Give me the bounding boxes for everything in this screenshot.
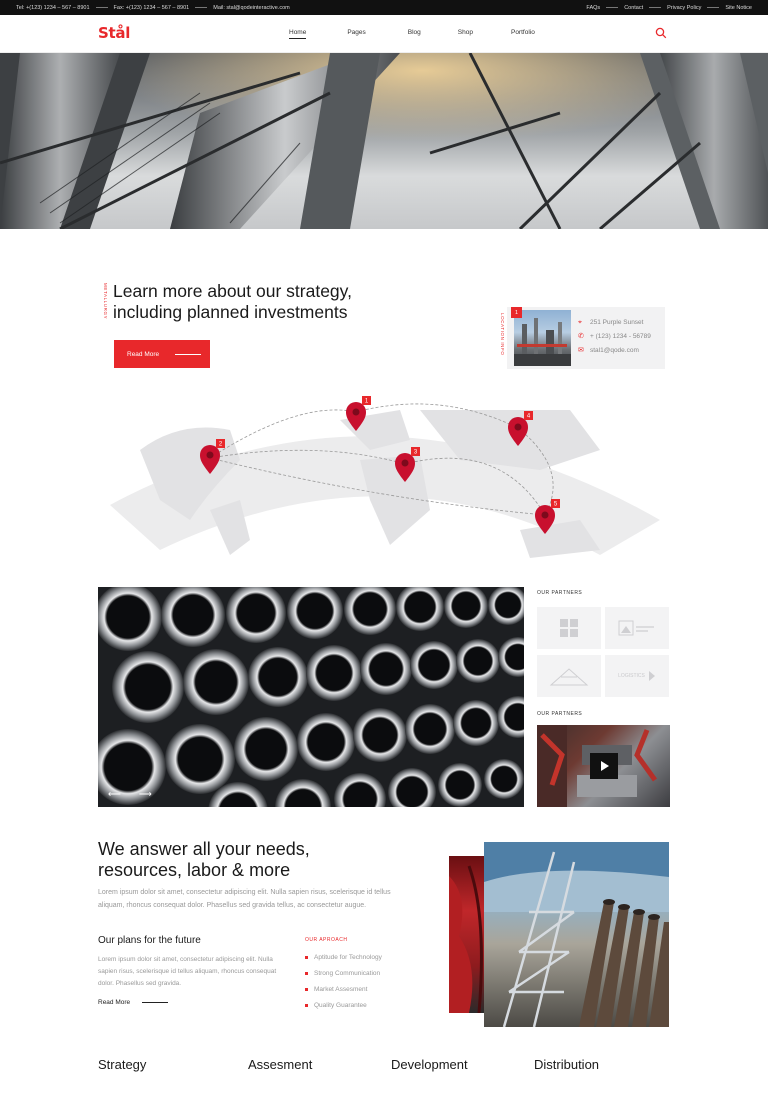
divider — [707, 7, 720, 8]
address-text: 251 Purple Sunset — [590, 319, 644, 326]
service-development[interactable]: Development — [391, 1057, 468, 1072]
location-vertical-label: LOCATION INFO — [500, 313, 505, 356]
nav-home[interactable]: Home — [289, 29, 307, 39]
partner-logo-3[interactable] — [537, 655, 601, 697]
top-links: FAQs Contact Privacy Policy Site Notice — [586, 5, 752, 11]
phone-text: Tel: +(123) 1234 – 567 – 8901 — [16, 4, 90, 11]
bullet-icon — [305, 956, 308, 959]
phone-icon: ✆ — [578, 333, 584, 340]
partner-logo-2[interactable] — [605, 607, 669, 649]
service-distribution[interactable]: Distribution — [534, 1057, 599, 1072]
strategy-title-line: including planned investments — [113, 302, 348, 322]
approach-item-label: Quality Guarantee — [314, 1002, 367, 1009]
bullet-icon — [305, 1004, 308, 1007]
arrow-line — [142, 1002, 169, 1003]
mail-link[interactable]: Mail: stal@qodeinteractive.com — [213, 5, 290, 11]
main-nav: Home Pages Blog Shop Portfolio — [289, 29, 535, 39]
approach-item-label: Market Assesment — [314, 986, 368, 993]
privacy-policy-link[interactable]: Privacy Policy — [667, 5, 701, 11]
partner-logo-1[interactable] — [537, 607, 601, 649]
partner-logo-4[interactable]: LOGISTICS — [605, 655, 669, 697]
site-logo[interactable]: Stål — [98, 24, 130, 42]
needs-title: We answer all your needs, resources, lab… — [98, 839, 418, 881]
plans-title: Our plans for the future — [98, 935, 201, 946]
read-more-label: Read More — [98, 999, 131, 1006]
location-badge: 1 — [511, 307, 522, 318]
address-row: ⌖ 251 Purple Sunset — [578, 319, 643, 326]
plans-read-more-link[interactable]: Read More — [98, 999, 169, 1006]
email-row: ✉ stal1@qode.com — [578, 347, 639, 354]
phone-row: ✆ + (123) 1234 - 56789 — [578, 333, 651, 340]
industrial-pipes-photo — [0, 53, 768, 229]
needs-title-line: We answer all your needs, — [98, 839, 310, 859]
hero-image — [0, 53, 768, 229]
arrow-line — [175, 353, 202, 355]
nav-pages[interactable]: Pages — [347, 29, 365, 36]
worker-photo — [449, 856, 487, 1013]
world-map: 2 1 3 4 5 — [110, 396, 660, 558]
section-vertical-label: METALLURGY — [103, 283, 108, 320]
prev-arrow-icon[interactable]: ⟵ — [108, 789, 121, 800]
mail-icon: ✉ — [578, 347, 584, 354]
approach-item: Strong Communication — [305, 970, 380, 977]
contact-info: Tel: +(123) 1234 – 567 – 8901 Fax: +(123… — [16, 5, 290, 11]
strategy-title-line: Learn more about our strategy, — [113, 281, 352, 301]
bullet-icon — [305, 988, 308, 991]
refinery-photo — [514, 318, 571, 366]
email-text[interactable]: stal1@qode.com — [590, 347, 639, 354]
service-assesment[interactable]: Assesment — [248, 1057, 312, 1072]
site-notice-link[interactable]: Site Notice — [725, 5, 752, 11]
video-thumbnail[interactable] — [537, 725, 670, 807]
divider — [195, 7, 208, 8]
service-strategy[interactable]: Strategy — [98, 1057, 146, 1072]
chevron-right-icon — [648, 671, 655, 681]
oil-rig-photo — [484, 842, 669, 1027]
needs-paragraph: Lorem ipsum dolor sit amet, consectetur … — [98, 889, 391, 909]
steel-pipes-photo — [98, 587, 524, 807]
partners-label: OUR PARTNERS — [537, 590, 583, 596]
contact-link[interactable]: Contact — [624, 5, 643, 11]
bullet-icon — [305, 972, 308, 975]
approach-item: Aptitude for Technology — [305, 954, 382, 961]
approach-item-label: Aptitude for Technology — [314, 954, 382, 961]
divider — [95, 7, 108, 8]
search-icon[interactable] — [655, 27, 667, 39]
plans-paragraph: Lorem ipsum dolor sit amet, consectetur … — [98, 956, 277, 987]
read-more-label: Read More — [127, 350, 160, 358]
top-bar: Tel: +(123) 1234 – 567 – 8901 Fax: +(123… — [0, 0, 768, 15]
faqs-link[interactable]: FAQs — [586, 5, 600, 11]
play-icon[interactable] — [590, 753, 618, 779]
partner-mountain-icon — [618, 620, 654, 636]
partner-grid-icon — [560, 619, 578, 637]
partner-building-icon — [549, 668, 589, 686]
divider — [649, 7, 662, 8]
nav-blog[interactable]: Blog — [408, 29, 421, 36]
location-pin-icon: ⌖ — [578, 319, 582, 326]
fax-text: Fax: +(123) 1234 – 567 – 8901 — [113, 4, 190, 11]
steel-pipes-slider[interactable] — [98, 587, 524, 807]
read-more-button[interactable]: Read More — [114, 340, 210, 368]
strategy-title: Learn more about our strategy, including… — [113, 281, 413, 323]
slider-arrows: ⟵ ⟶ — [108, 789, 152, 800]
next-arrow-icon[interactable]: ⟶ — [139, 789, 152, 800]
partner-logo-text: LOGISTICS — [618, 673, 645, 679]
site-header: Stål Home Pages Blog Shop Portfolio — [0, 15, 768, 53]
nav-portfolio[interactable]: Portfolio — [511, 29, 535, 36]
needs-title-line: resources, labor & more — [98, 860, 291, 880]
drilling-rig-photo — [484, 842, 669, 1027]
video-label: OUR PARTNERS — [537, 711, 583, 717]
worker-red-suit — [449, 865, 483, 1013]
approach-item: Quality Guarantee — [305, 1002, 367, 1009]
divider — [606, 7, 619, 8]
approach-label: OUR APROACH — [305, 937, 348, 943]
nav-shop[interactable]: Shop — [458, 29, 473, 36]
refinery-thumbnail — [514, 310, 571, 366]
phone-text: + (123) 1234 - 56789 — [590, 333, 651, 340]
approach-item: Market Assesment — [305, 986, 367, 993]
approach-item-label: Strong Communication — [314, 970, 381, 977]
